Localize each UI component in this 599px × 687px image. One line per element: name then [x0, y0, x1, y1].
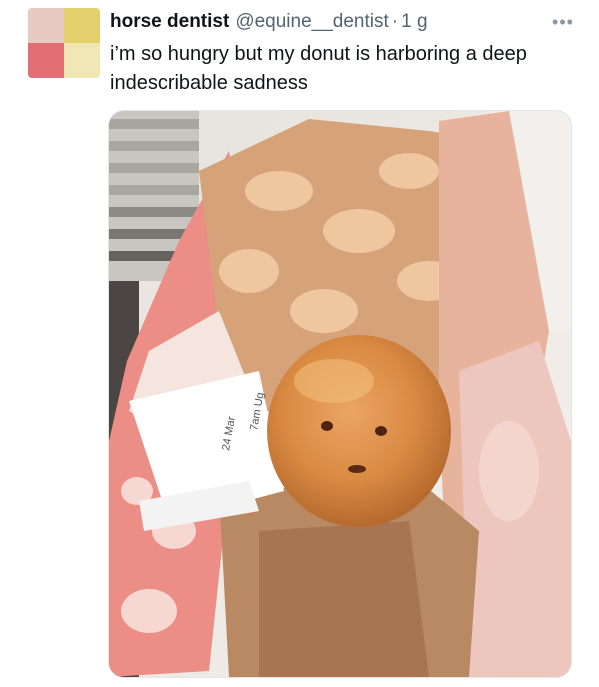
timestamp[interactable]: 1 g	[401, 10, 427, 34]
avatar-block	[28, 43, 64, 78]
avatar[interactable]	[28, 8, 100, 78]
tweet-photo[interactable]: 24 Mar 7am Ug	[108, 110, 572, 678]
avatar-block	[28, 8, 64, 43]
more-horizontal-icon[interactable]: •••	[549, 10, 577, 34]
tweet-text: i’m so hungry but my donut is harboring …	[110, 43, 527, 94]
user-handle[interactable]: @equine__dentist	[235, 10, 388, 34]
tweet: horse dentist @equine__dentist · 1 g •••…	[0, 0, 599, 687]
avatar-block	[64, 8, 100, 43]
tweet-header: horse dentist @equine__dentist · 1 g	[110, 10, 428, 36]
donut-in-bag-image: 24 Mar 7am Ug	[109, 111, 571, 677]
avatar-block	[64, 43, 100, 78]
separator-dot: ·	[391, 11, 399, 32]
display-name[interactable]: horse dentist	[110, 10, 229, 34]
